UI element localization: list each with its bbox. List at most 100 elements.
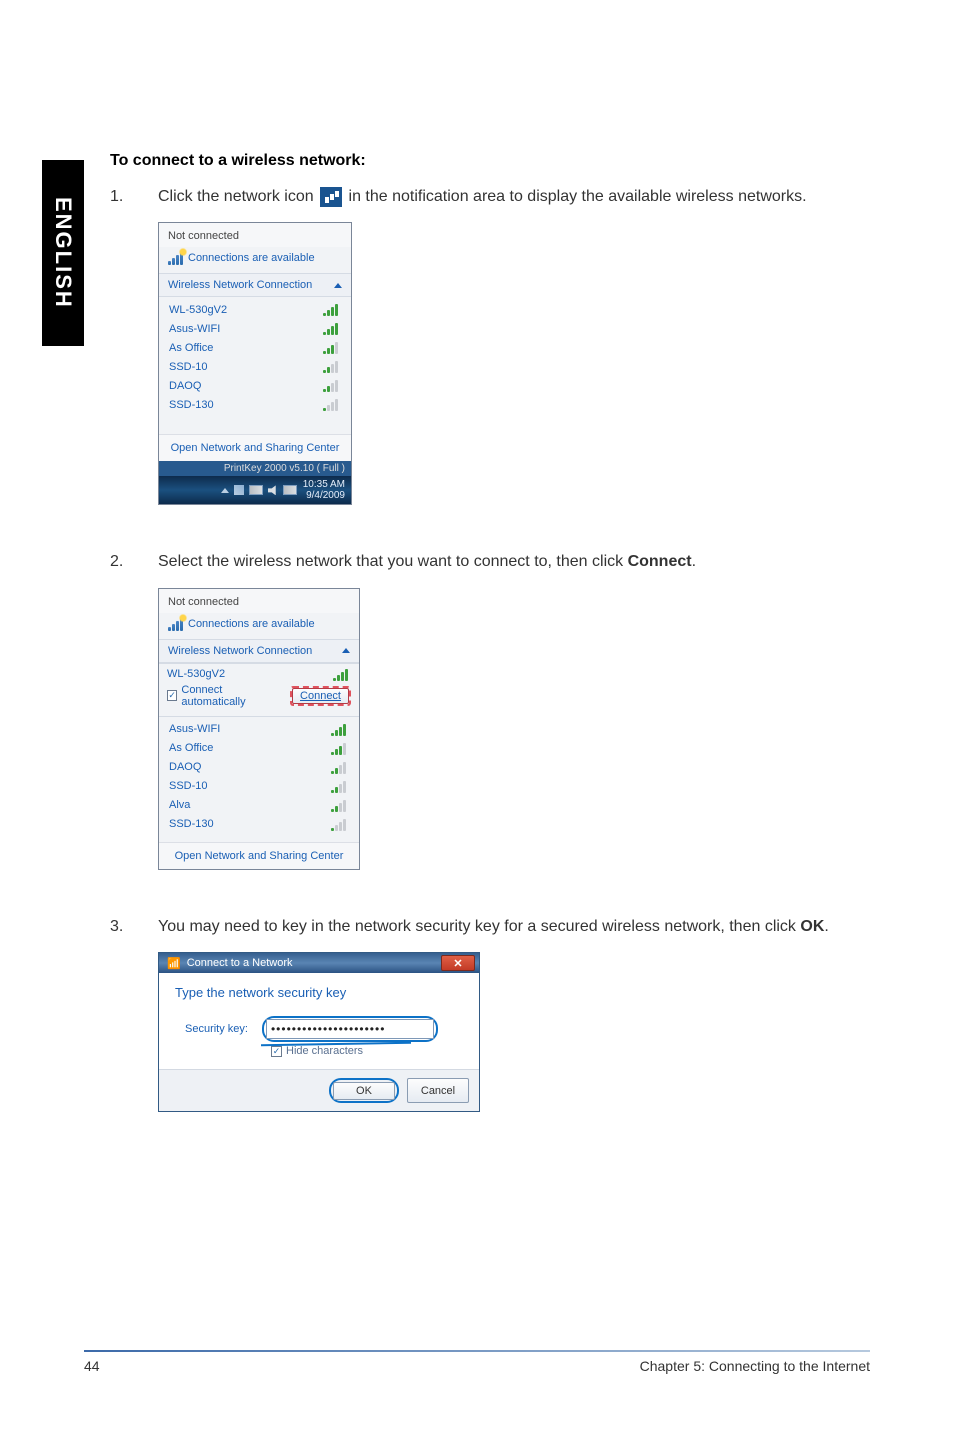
open-network-sharing-link[interactable]: Open Network and Sharing Center (171, 442, 340, 454)
status-disconnected-2: Not connected (159, 589, 359, 613)
step-1-text: Click the network icon in the notificati… (158, 186, 890, 208)
signal-icon (333, 668, 351, 681)
selected-network-row[interactable]: WL-530gV2 ✓ Connect automatically Connec… (159, 663, 359, 717)
chapter-title: Chapter 5: Connecting to the Internet (640, 1358, 870, 1374)
step-2: 2. Select the wireless network that you … (110, 551, 890, 573)
status-disconnected: Not connected (159, 223, 351, 247)
signal-icon (323, 360, 341, 373)
page-number: 44 (84, 1358, 100, 1374)
network-name: As Office (169, 342, 213, 354)
printkey-tooltip: PrintKey 2000 v5.10 ( Full ) (159, 461, 351, 476)
step-2-text-a: Select the wireless network that you wan… (158, 553, 628, 570)
signal-icon (331, 742, 349, 755)
network-item[interactable]: SSD-10 (159, 357, 351, 376)
dialog-icon: 📶 (167, 957, 181, 970)
close-button[interactable]: ✕ (441, 955, 475, 971)
network-name: SSD-10 (169, 361, 208, 373)
connections-available-label: Connections are available (188, 252, 315, 264)
signal-icon (331, 780, 349, 793)
network-item[interactable]: WL-530gV2 (159, 300, 351, 319)
tray-flag-icon[interactable] (249, 485, 263, 495)
network-name: SSD-130 (169, 818, 214, 830)
security-key-input[interactable] (266, 1019, 434, 1039)
page-footer: 44 Chapter 5: Connecting to the Internet (84, 1350, 870, 1374)
selected-network-name: WL-530gV2 (167, 668, 225, 680)
network-name: DAOQ (169, 380, 201, 392)
tray-speaker-icon[interactable] (268, 485, 278, 495)
wifi-flyout-2: Not connected Connections are available … (158, 588, 360, 870)
network-item[interactable]: Asus-WIFI (159, 720, 359, 739)
connect-auto-label: Connect automatically (181, 684, 282, 708)
network-item[interactable]: DAOQ (159, 758, 359, 777)
signal-icon (323, 379, 341, 392)
step-3-text-b: . (824, 918, 828, 935)
network-name: Asus-WIFI (169, 723, 220, 735)
step-1: 1. Click the network icon in the notific… (110, 186, 890, 208)
signal-icon (331, 723, 349, 736)
connect-auto-checkbox[interactable]: ✓ (167, 690, 177, 701)
open-network-sharing-2[interactable]: Open Network and Sharing Center (159, 842, 359, 869)
connections-available-2-label: Connections are available (188, 618, 315, 630)
tray-network-icon[interactable] (234, 485, 244, 495)
dialog-heading: Type the network security key (175, 985, 463, 1000)
step-3-number: 3. (110, 916, 128, 938)
connections-available-2: Connections are available (159, 613, 359, 639)
step-3-bold: OK (800, 918, 824, 935)
step-1-number: 1. (110, 186, 128, 208)
section-heading: To connect to a wireless network: (110, 152, 890, 170)
tray-date: 9/4/2009 (303, 490, 345, 501)
step-3-text: You may need to key in the network secur… (158, 916, 890, 938)
network-name: SSD-130 (169, 399, 214, 411)
wireless-section-title[interactable]: Wireless Network Connection (159, 273, 351, 297)
network-item[interactable]: DAOQ (159, 376, 351, 395)
signal-icon (323, 341, 341, 354)
step-3-text-a: You may need to key in the network secur… (158, 918, 800, 935)
connect-button-label: Connect (300, 690, 341, 702)
signal-icon (331, 761, 349, 774)
network-item[interactable]: SSD-10 (159, 777, 359, 796)
step-2-text-b: . (692, 553, 696, 570)
caret-up-icon (342, 648, 350, 653)
network-item[interactable]: As Office (159, 739, 359, 758)
signal-icon (323, 398, 341, 411)
taskbar: 10:35 AM 9/4/2009 (159, 476, 351, 504)
network-item[interactable]: Alva (159, 796, 359, 815)
language-tab: ENGLISH (42, 160, 84, 346)
network-item[interactable]: As Office (159, 338, 351, 357)
signal-icon (331, 818, 349, 831)
network-name: WL-530gV2 (169, 304, 227, 316)
step-2-bold: Connect (628, 553, 692, 570)
network-item[interactable]: Asus-WIFI (159, 319, 351, 338)
tray-icons (221, 485, 297, 495)
open-network-sharing-link-2[interactable]: Open Network and Sharing Center (175, 850, 344, 862)
step-1-text-a: Click the network icon (158, 188, 318, 205)
step-3: 3. You may need to key in the network se… (110, 916, 890, 938)
step-1-text-b: in the notification area to display the … (349, 188, 807, 205)
hide-characters-label: Hide characters (286, 1045, 363, 1057)
connections-available: Connections are available (159, 247, 351, 273)
tray-caret-icon[interactable] (221, 488, 229, 493)
dialog-titlebar: 📶 Connect to a Network ✕ (159, 953, 479, 973)
step-2-number: 2. (110, 551, 128, 573)
ok-highlight: OK (329, 1078, 399, 1103)
wireless-section-label: Wireless Network Connection (168, 279, 312, 291)
open-network-sharing[interactable]: Open Network and Sharing Center (159, 434, 351, 461)
cancel-button[interactable]: Cancel (407, 1078, 469, 1103)
hide-characters-checkbox[interactable]: ✓ (271, 1046, 282, 1057)
wifi-flyout-1: Not connected Connections are available … (158, 222, 352, 505)
network-name: Asus-WIFI (169, 323, 220, 335)
signal-icon (331, 799, 349, 812)
network-item[interactable]: SSD-130 (159, 395, 351, 414)
signal-icon (323, 322, 341, 335)
ok-button[interactable]: OK (333, 1082, 395, 1100)
connect-button[interactable]: Connect (292, 688, 349, 704)
hide-characters-row[interactable]: ✓ Hide characters (271, 1045, 463, 1057)
tray-clock[interactable]: 10:35 AM 9/4/2009 (303, 479, 345, 501)
network-item[interactable]: SSD-130 (159, 815, 359, 834)
wireless-section-title-2[interactable]: Wireless Network Connection (159, 639, 359, 663)
tray-action-icon[interactable] (283, 485, 297, 495)
connect-network-dialog: 📶 Connect to a Network ✕ Type the networ… (158, 952, 480, 1112)
network-name: SSD-10 (169, 780, 208, 792)
language-label: ENGLISH (50, 197, 76, 309)
wifi-bars-icon (168, 251, 184, 265)
